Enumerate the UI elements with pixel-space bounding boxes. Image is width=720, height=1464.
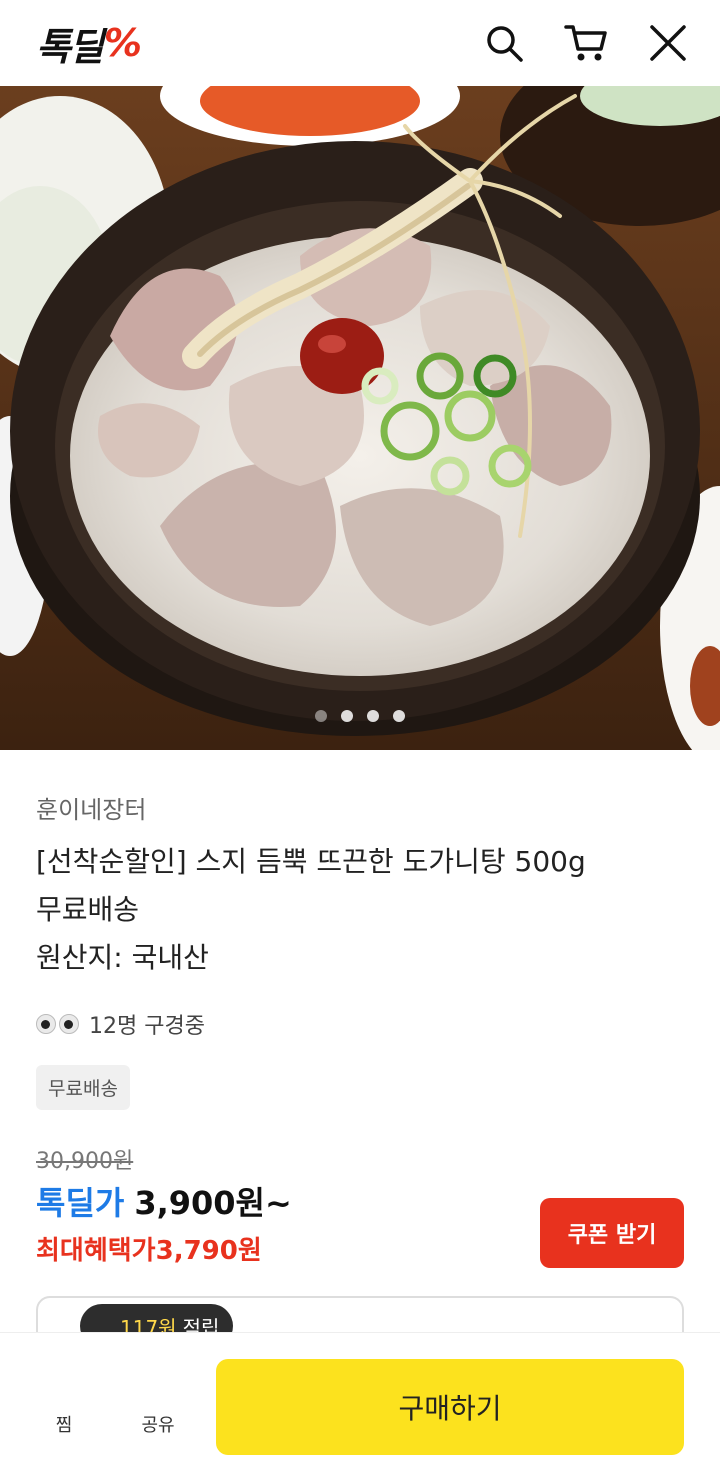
product-title-line: [선착순할인] 스지 듬뿍 뜨끈한 도가니탕 500g xyxy=(36,845,586,878)
header-actions xyxy=(482,21,690,65)
carousel-dot[interactable] xyxy=(393,710,405,722)
max-benefit-label: 최대혜택가 xyxy=(36,1236,156,1266)
product-photo xyxy=(0,86,720,750)
buy-button[interactable]: 구매하기 xyxy=(216,1359,684,1455)
viewer-count-text: 12명 구경중 xyxy=(89,1014,205,1039)
seller-name[interactable]: 훈이네장터 xyxy=(36,790,146,825)
close-icon[interactable] xyxy=(646,21,690,65)
product-title-line: 무료배송 xyxy=(36,893,140,926)
viewer-count: 12명 구경중 xyxy=(36,1008,205,1040)
cart-icon[interactable] xyxy=(564,21,608,65)
deal-price: 3,900원~ xyxy=(134,1184,292,1222)
logo-text: 톡딜 xyxy=(36,24,104,69)
eyes-icon xyxy=(36,1014,79,1034)
search-icon[interactable] xyxy=(482,21,526,65)
carousel-dot[interactable] xyxy=(315,710,327,722)
logo-mark: % xyxy=(103,21,142,65)
free-shipping-badge: 무료배송 xyxy=(36,1065,130,1110)
share-button[interactable]: 공유 xyxy=(128,1411,188,1437)
original-price: 30,900원 xyxy=(36,1149,134,1174)
bottom-action-bar: 찜 공유 구매하기 xyxy=(0,1332,720,1464)
top-header: 톡딜 % xyxy=(0,0,720,86)
carousel-dot[interactable] xyxy=(367,710,379,722)
coupon-button[interactable]: 쿠폰 받기 xyxy=(540,1198,684,1268)
product-title: [선착순할인] 스지 듬뿍 뜨끈한 도가니탕 500g 무료배송 원산지: 국내… xyxy=(36,838,686,982)
carousel-dot[interactable] xyxy=(341,710,353,722)
max-benefit-price: 최대혜택가3,790원 xyxy=(36,1230,262,1267)
deal-price-label: 톡딜가 xyxy=(36,1184,125,1222)
wishlist-button[interactable]: 찜 xyxy=(34,1411,94,1437)
deal-price-row: 톡딜가 3,900원~ xyxy=(36,1178,292,1224)
carousel-indicator xyxy=(0,710,720,722)
product-origin: 원산지: 국내산 xyxy=(36,941,209,974)
product-image-carousel[interactable] xyxy=(0,86,720,750)
logo[interactable]: 톡딜 % xyxy=(36,0,142,86)
max-benefit-value: 3,790원 xyxy=(155,1236,262,1266)
